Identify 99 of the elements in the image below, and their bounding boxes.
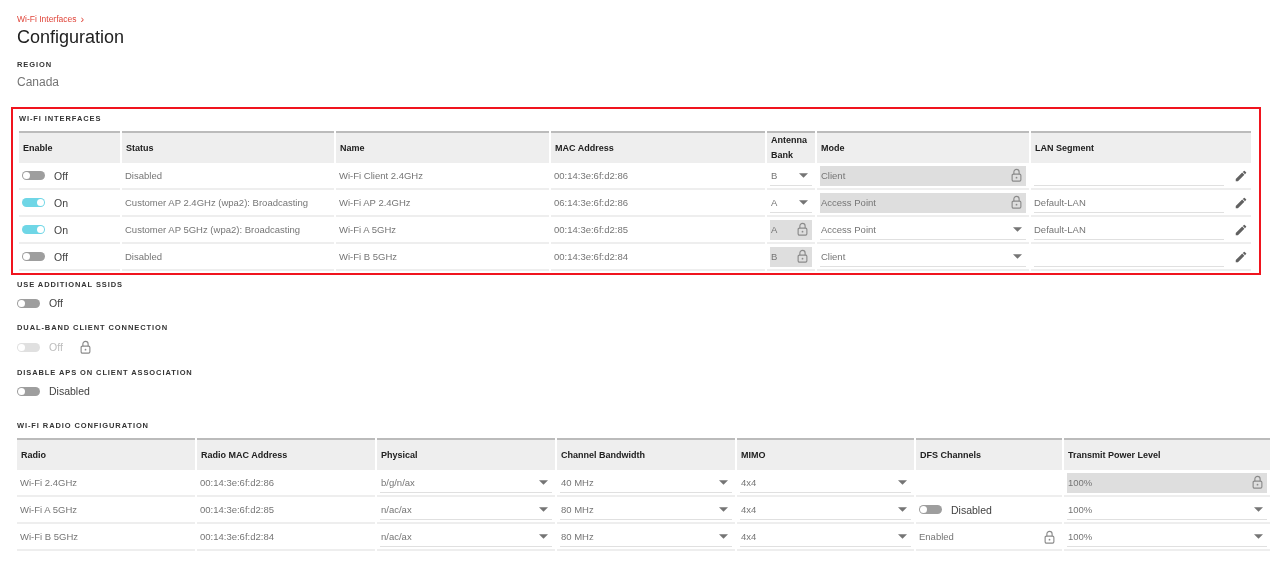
input-field[interactable]: Default-LAN [1034, 219, 1224, 240]
lock-icon [1011, 195, 1022, 209]
select-field[interactable]: 4x4 [740, 526, 911, 547]
toggle-label: On [54, 196, 68, 209]
caret-icon [1254, 533, 1263, 539]
caret-icon [898, 506, 907, 512]
table-cell: Customer AP 5GHz (wpa2): Broadcasting [125, 224, 301, 235]
lock-icon [1011, 168, 1022, 182]
table-cell: 06:14:3e:6f:d2:86 [554, 197, 628, 208]
table-cell: 00:14:3e:6f:d2:85 [554, 224, 628, 235]
toggle-switch[interactable] [17, 298, 40, 308]
edit-icon[interactable] [1234, 222, 1248, 237]
table-cell: Disabled [125, 170, 162, 181]
breadcrumb-link[interactable]: Wi-Fi Interfaces [17, 14, 77, 24]
toggle-switch[interactable] [22, 252, 45, 261]
edit-icon[interactable] [1234, 249, 1248, 264]
lock-icon [1252, 475, 1263, 489]
table-cell: Enabled [919, 531, 954, 542]
caret-icon [539, 479, 548, 485]
column-header: Channel Bandwidth [557, 438, 735, 470]
caret-icon [898, 533, 907, 539]
toggle-switch[interactable] [22, 198, 45, 207]
toggle-label: Disabled [951, 503, 992, 516]
toggle-label: On [54, 223, 68, 236]
select-field[interactable]: 100% [1067, 472, 1267, 493]
input-field[interactable]: Default-LAN [1034, 192, 1224, 213]
select-field[interactable]: A [770, 192, 812, 213]
toggle-switch[interactable] [17, 386, 40, 396]
select-field[interactable]: B [770, 246, 812, 267]
toggle-label: Off [49, 297, 63, 309]
table-cell: Wi-Fi A 5GHz [20, 504, 77, 515]
table-cell: Disabled [125, 251, 162, 262]
select-field[interactable]: Access Point [820, 192, 1026, 213]
table-cell: Wi-Fi B 5GHz [339, 251, 398, 262]
select-field[interactable]: Client [820, 246, 1026, 267]
table-cell: Wi-Fi A 5GHz [339, 224, 396, 235]
toggle-label: Off [54, 169, 68, 182]
region-value: Canada [17, 75, 61, 89]
caret-icon [719, 479, 728, 485]
toggle-switch[interactable] [919, 505, 942, 514]
column-header: Radio [17, 438, 195, 470]
caret-icon [799, 199, 808, 205]
column-header: Name [336, 131, 549, 163]
column-header: LAN Segment [1031, 131, 1251, 163]
caret-icon [539, 533, 548, 539]
edit-icon[interactable] [1234, 195, 1248, 210]
column-header: DFS Channels [916, 438, 1062, 470]
select-field[interactable]: Access Point [820, 219, 1026, 240]
table-cell: 00:14:3e:6f:d2:86 [554, 170, 628, 181]
column-header: Enable [19, 131, 120, 163]
table-cell: Customer AP 2.4GHz (wpa2): Broadcasting [125, 197, 309, 208]
table-cell: 00:14:3e:6f:d2:84 [554, 251, 628, 262]
breadcrumb-separator: › [80, 13, 85, 25]
select-field[interactable]: 100% [1067, 499, 1267, 520]
caret-icon [1013, 226, 1022, 232]
lock-icon [797, 249, 808, 263]
select-field[interactable]: 80 MHz [560, 499, 732, 520]
select-field[interactable]: b/g/n/ax [380, 472, 552, 493]
column-header: Physical [377, 438, 555, 470]
caret-icon [1013, 253, 1022, 259]
column-header: MIMO [737, 438, 914, 470]
lock-icon [79, 340, 91, 354]
select-field[interactable]: Client [820, 165, 1026, 186]
toggle-label: Off [54, 250, 68, 263]
select-field[interactable]: A [770, 219, 812, 240]
table-cell: 00:14:3e:6f:d2:85 [200, 504, 274, 515]
page-title: Configuration [17, 27, 126, 48]
toggle-switch[interactable] [22, 171, 45, 180]
toggle-switch[interactable] [22, 225, 45, 234]
select-field[interactable]: n/ac/ax [380, 526, 552, 547]
toggle-label: Off [49, 341, 63, 353]
select-field[interactable]: 80 MHz [560, 526, 732, 547]
table-cell: Wi-Fi B 5GHz [20, 531, 79, 542]
select-field[interactable]: B [770, 165, 812, 186]
select-field[interactable]: n/ac/ax [380, 499, 552, 520]
table-cell: Wi-Fi Client 2.4GHz [339, 170, 423, 181]
select-field[interactable]: 40 MHz [560, 472, 732, 493]
column-header: MAC Address [551, 131, 765, 163]
caret-icon [799, 172, 808, 178]
table-cell: 00:14:3e:6f:d2:86 [200, 477, 274, 488]
select-field[interactable]: 4x4 [740, 499, 911, 520]
table-cell: Wi-Fi 2.4GHz [20, 477, 77, 488]
column-header: Status [122, 131, 334, 163]
column-header: Antenna Bank [767, 131, 815, 163]
caret-icon [1254, 506, 1263, 512]
caret-icon [719, 506, 728, 512]
toggle-label: Disabled [49, 385, 90, 397]
column-header: Mode [817, 131, 1029, 163]
caret-icon [539, 506, 548, 512]
edit-icon[interactable] [1234, 168, 1248, 183]
caret-icon [719, 533, 728, 539]
select-field[interactable]: 100% [1067, 526, 1267, 547]
table-cell: 00:14:3e:6f:d2:84 [200, 531, 274, 542]
column-header: Transmit Power Level [1064, 438, 1270, 470]
column-header: Radio MAC Address [197, 438, 375, 470]
select-field[interactable]: 4x4 [740, 472, 911, 493]
lock-icon [797, 222, 808, 236]
caret-icon [898, 479, 907, 485]
table-cell: Wi-Fi AP 2.4GHz [339, 197, 411, 208]
